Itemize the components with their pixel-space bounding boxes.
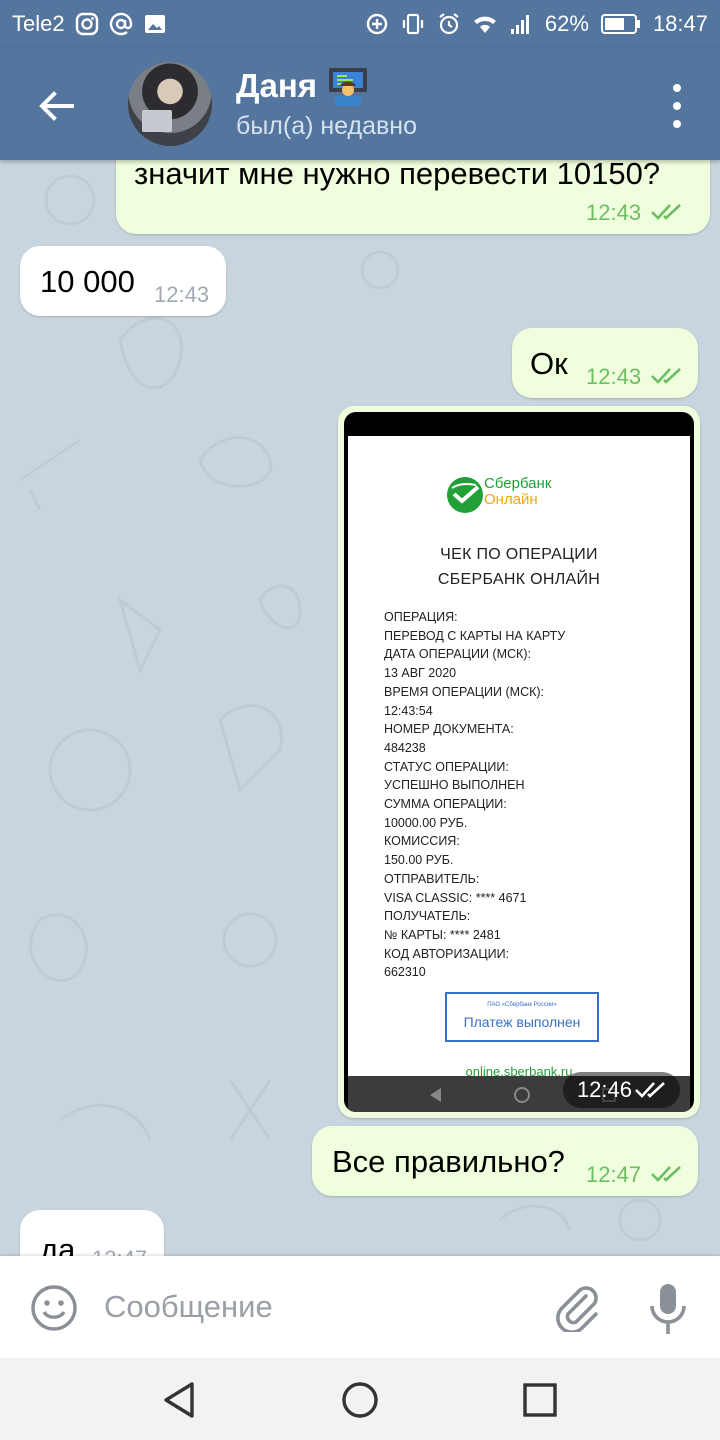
message-text: Все правильно? xyxy=(332,1144,565,1179)
payment-stamp: ПАО «Сбербанк России» Платеж выполнен xyxy=(445,992,599,1042)
double-check-icon xyxy=(635,1082,665,1098)
message-in[interactable]: 10 000 12:43 xyxy=(20,246,226,316)
contact-name[interactable]: Даня xyxy=(236,66,369,106)
receipt-screenshot[interactable]: Сбербанк Онлайн ЧЕК ПО ОПЕРАЦИИ СБЕРБАНК… xyxy=(344,412,694,1112)
receipt-line: ПОЛУЧАТЕЛЬ: xyxy=(384,909,471,924)
vibrate-icon xyxy=(402,13,423,35)
back-arrow-icon[interactable] xyxy=(34,84,78,128)
emoji-icon[interactable] xyxy=(30,1284,78,1332)
receipt-line: СУММА ОПЕРАЦИИ: xyxy=(384,797,507,812)
mic-icon[interactable] xyxy=(646,1282,690,1336)
message-time: 12:46 xyxy=(562,1072,680,1108)
chat-area[interactable]: значит мне нужно перевести 10150? 12:43 … xyxy=(0,160,720,1256)
battery-icon xyxy=(600,14,640,34)
receipt-title-line2: СБЕРБАНК ОНЛАЙН xyxy=(437,571,601,588)
receipt-line: КОМИССИЯ: xyxy=(384,834,460,849)
message-text: да xyxy=(40,1232,76,1256)
stamp-bank: ПАО «Сбербанк России» xyxy=(487,1002,557,1008)
clock: 18:47 xyxy=(652,11,708,36)
sberbank-receipt: Сбербанк Онлайн ЧЕК ПО ОПЕРАЦИИ СБЕРБАНК… xyxy=(348,436,690,1079)
receipt-line: 13 АВГ 2020 xyxy=(384,666,457,681)
signal-icon xyxy=(510,15,529,34)
nav-recents-icon[interactable] xyxy=(518,1378,562,1422)
contact-status: был(а) недавно xyxy=(236,112,418,140)
message-text: 10 000 xyxy=(40,264,135,299)
battery-percent: 62% xyxy=(544,11,589,36)
double-check-icon xyxy=(651,204,681,220)
status-bar: Tele2 62% 18:47 xyxy=(0,0,720,48)
message-photo[interactable]: Сбербанк Онлайн ЧЕК ПО ОПЕРАЦИИ СБЕРБАНК… xyxy=(338,406,700,1118)
double-check-icon xyxy=(651,368,681,384)
receipt-line: 12:43:54 xyxy=(384,703,433,718)
receipt-line: УСПЕШНО ВЫПОЛНЕН xyxy=(384,778,525,793)
contact-name-text: Даня xyxy=(236,67,318,104)
data-saver-icon xyxy=(366,13,388,35)
carrier-label: Tele2 xyxy=(12,11,65,36)
chat-header: Даня был(а) недавно xyxy=(0,48,720,160)
receipt-line: 662310 xyxy=(384,965,426,980)
double-check-icon xyxy=(651,1166,681,1182)
receipt-line: ДАТА ОПЕРАЦИИ (МСК): xyxy=(384,647,531,662)
message-composer xyxy=(0,1256,720,1358)
sberbank-wordmark: Сбербанк Онлайн xyxy=(484,476,551,508)
receipt-title: ЧЕК ПО ОПЕРАЦИИ СБЕРБАНК ОНЛАЙН xyxy=(348,542,690,592)
avatar[interactable] xyxy=(128,62,212,146)
receipt-line: ОТПРАВИТЕЛЬ: xyxy=(384,871,480,886)
nav-back-icon[interactable] xyxy=(158,1378,202,1422)
receipt-line: ВРЕМЯ ОПЕРАЦИИ (МСК): xyxy=(384,684,545,699)
bank-name-line1: Сбербанк xyxy=(484,475,552,492)
receipt-title-line1: ЧЕК ПО ОПЕРАЦИИ xyxy=(440,546,598,563)
alarm-icon xyxy=(439,13,459,35)
receipt-line: КОД АВТОРИЗАЦИИ: xyxy=(384,946,510,961)
photo-time-text: 12:46 xyxy=(576,1077,632,1102)
stamp-text: Платеж выполнен xyxy=(463,1014,581,1030)
receipt-line: ОПЕРАЦИЯ: xyxy=(384,610,458,624)
message-time: 12:47 xyxy=(586,1162,642,1187)
instagram-icon xyxy=(75,12,98,36)
receipt-line: 150.00 РУБ. xyxy=(384,853,454,868)
message-text: значит мне нужно перевести 10150? xyxy=(134,160,661,191)
receipt-line: 484238 xyxy=(384,740,426,755)
sberbank-logo-icon xyxy=(447,477,483,513)
receipt-line: № КАРТЫ: **** 2481 xyxy=(384,927,501,942)
at-sign-icon xyxy=(109,12,132,36)
bank-name-line2: Онлайн xyxy=(484,491,538,508)
receipt-line: ПЕРЕВОД С КАРТЫ НА КАРТУ xyxy=(384,628,566,643)
receipt-line: НОМЕР ДОКУМЕНТА: xyxy=(384,722,514,737)
more-vert-icon[interactable] xyxy=(670,84,684,128)
receipt-line: VISA CLASSIC: **** 4671 xyxy=(384,890,527,905)
receipt-line: СТАТУС ОПЕРАЦИИ: xyxy=(384,759,509,774)
message-time: 12:47 xyxy=(92,1246,147,1256)
message-in[interactable]: да 12:47 xyxy=(20,1210,164,1256)
message-time: 12:43 xyxy=(586,364,642,389)
system-navigation-bar xyxy=(0,1358,720,1440)
message-out[interactable]: Все правильно? 12:47 xyxy=(312,1126,698,1196)
attach-icon[interactable] xyxy=(552,1282,600,1332)
receipt-line: 10000.00 РУБ. xyxy=(384,815,468,830)
wifi-icon xyxy=(473,16,496,33)
message-text: Ок xyxy=(530,346,568,381)
receipt-details: ОПЕРАЦИЯ: ПЕРЕВОД С КАРТЫ НА КАРТУ ДАТА ОП… xyxy=(384,608,565,982)
nav-home-icon[interactable] xyxy=(338,1378,382,1422)
technologist-emoji-icon xyxy=(329,68,368,106)
gallery-icon xyxy=(144,15,165,33)
message-input[interactable] xyxy=(104,1282,524,1332)
message-out[interactable]: значит мне нужно перевести 10150? 12:43 xyxy=(116,160,710,234)
message-time: 12:43 xyxy=(586,200,642,225)
message-out[interactable]: Ок 12:43 xyxy=(512,328,698,398)
message-time: 12:43 xyxy=(154,282,210,307)
